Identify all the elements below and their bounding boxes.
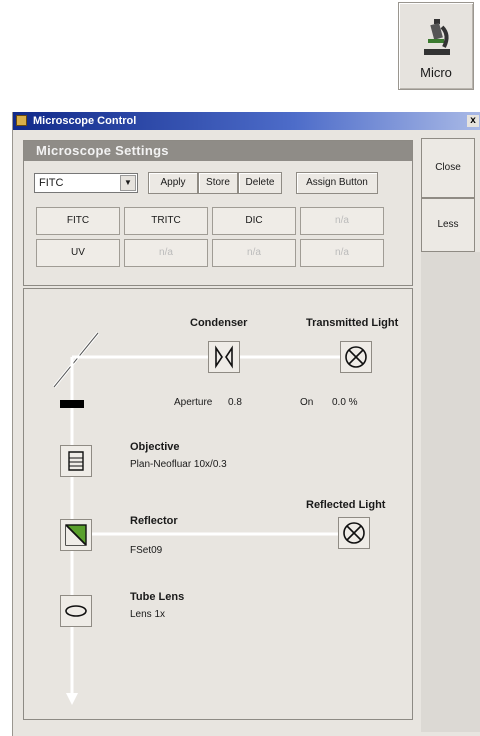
transmitted-light-label: Transmitted Light bbox=[306, 317, 399, 329]
micro-label: Micro bbox=[420, 65, 452, 80]
condenser-label: Condenser bbox=[190, 317, 248, 329]
aperture-value: 0.8 bbox=[228, 397, 242, 408]
title-bar: Microscope Control x bbox=[13, 112, 480, 130]
side-panel-background bbox=[421, 252, 480, 732]
reflector-button[interactable] bbox=[60, 519, 92, 551]
store-button[interactable]: Store bbox=[198, 172, 238, 194]
aperture-label: Aperture bbox=[174, 397, 213, 408]
config-select[interactable]: FITC ▼ bbox=[34, 173, 138, 193]
dropdown-arrow-icon[interactable]: ▼ bbox=[120, 175, 136, 191]
microscope-settings-panel: Microscope Settings FITC ▼ Apply Store D… bbox=[23, 140, 413, 286]
settings-header: Microscope Settings bbox=[24, 141, 412, 161]
objective-value: Plan-Neofluar 10x/0.3 bbox=[130, 459, 227, 470]
config-cell-empty: n/a bbox=[300, 239, 384, 267]
objective-icon bbox=[68, 451, 84, 471]
microscope-control-window: Microscope Control x Microscope Settings… bbox=[12, 112, 480, 736]
assign-button[interactable]: Assign Button bbox=[296, 172, 378, 194]
delete-button[interactable]: Delete bbox=[238, 172, 282, 194]
objective-label: Objective bbox=[130, 441, 180, 453]
config-select-value: FITC bbox=[39, 177, 64, 189]
config-cell-dic[interactable]: DIC bbox=[212, 207, 296, 235]
condenser-icon bbox=[215, 345, 233, 369]
reflector-icon bbox=[65, 524, 87, 546]
lamp-icon bbox=[345, 346, 367, 368]
light-path-diagram: Condenser Transmitted Light Aperture 0.8… bbox=[23, 288, 413, 720]
reflector-value: FSet09 bbox=[130, 545, 163, 556]
config-cell-tritc[interactable]: TRITC bbox=[124, 207, 208, 235]
condenser-button[interactable] bbox=[208, 341, 240, 373]
window-close-button[interactable]: x bbox=[467, 115, 479, 127]
config-grid: FITC TRITC DIC n/a UV n/a n/a n/a bbox=[36, 207, 406, 269]
close-button[interactable]: Close bbox=[421, 138, 475, 198]
reflected-light-button[interactable] bbox=[338, 517, 370, 549]
reflected-light-label: Reflected Light bbox=[306, 499, 386, 511]
reflector-label: Reflector bbox=[130, 515, 178, 527]
config-cell-empty: n/a bbox=[212, 239, 296, 267]
objective-button[interactable] bbox=[60, 445, 92, 477]
apply-button[interactable]: Apply bbox=[148, 172, 198, 194]
tube-lens-value: Lens 1x bbox=[130, 609, 166, 620]
config-cell-uv[interactable]: UV bbox=[36, 239, 120, 267]
config-cell-fitc[interactable]: FITC bbox=[36, 207, 120, 235]
transmitted-intensity: 0.0 % bbox=[332, 397, 358, 408]
tube-lens-icon bbox=[65, 605, 87, 617]
config-cell-empty: n/a bbox=[124, 239, 208, 267]
config-cell-empty: n/a bbox=[300, 207, 384, 235]
less-button[interactable]: Less bbox=[421, 198, 475, 252]
window-title: Microscope Control bbox=[33, 115, 137, 127]
tube-lens-button[interactable] bbox=[60, 595, 92, 627]
transmitted-state: On bbox=[300, 397, 314, 408]
transmitted-light-button[interactable] bbox=[340, 341, 372, 373]
tube-lens-label: Tube Lens bbox=[130, 591, 185, 603]
lamp-icon bbox=[343, 522, 365, 544]
micro-button[interactable]: Micro bbox=[398, 2, 474, 90]
microscope-icon bbox=[420, 17, 454, 57]
app-icon bbox=[16, 115, 27, 126]
